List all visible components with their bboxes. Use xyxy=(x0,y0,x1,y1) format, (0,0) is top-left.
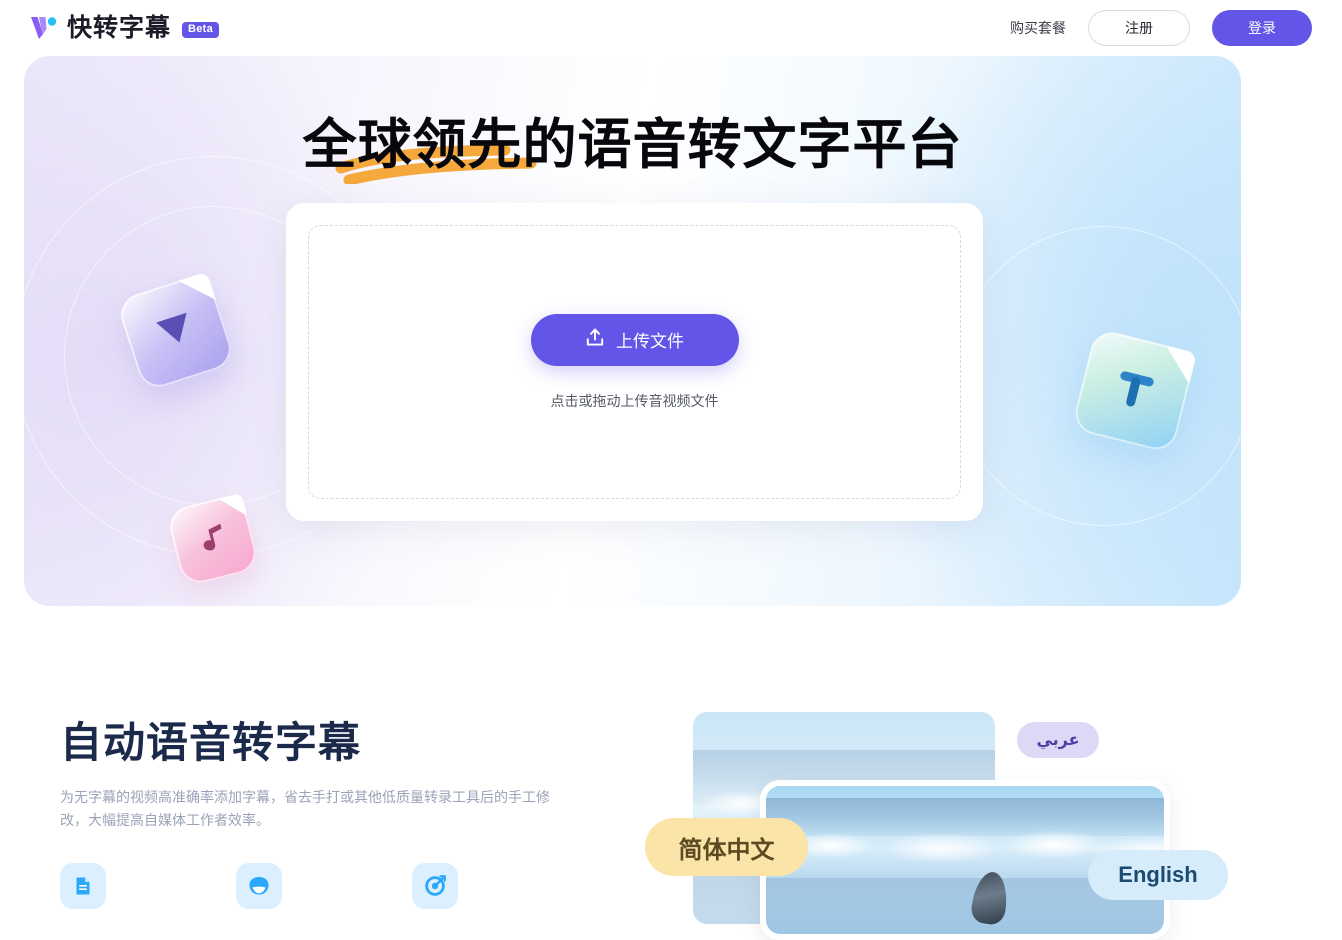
logo-w-mark-icon xyxy=(28,15,58,41)
upload-dropzone[interactable]: 上传文件 点击或拖动上传音视频文件 xyxy=(308,225,961,499)
language-pill-simplified-chinese[interactable]: 简体中文 xyxy=(645,818,808,876)
login-button[interactable]: 登录 xyxy=(1212,10,1312,46)
feature-icon-row xyxy=(60,862,580,909)
header-nav: 购买套餐 注册 登录 xyxy=(1010,10,1312,46)
play-triangle-icon xyxy=(151,307,201,356)
brand-name: 快转字幕 xyxy=(67,13,172,42)
language-pill-english[interactable]: English xyxy=(1088,850,1228,900)
target-accuracy-icon xyxy=(412,862,458,909)
language-collage: 简体中文 عربي English xyxy=(640,690,1342,940)
text-t-icon xyxy=(1106,362,1162,421)
language-pill-arabic[interactable]: عربي xyxy=(1017,722,1099,758)
feature-description: 为无字幕的视频高准确率添加字幕，省去手打或其他低质量转录工具后的手工修改，大幅提… xyxy=(60,789,550,828)
brand-logo[interactable]: 快转字幕 Beta xyxy=(28,13,220,42)
register-button[interactable]: 注册 xyxy=(1088,10,1190,46)
feature-title: 自动语音转字幕 xyxy=(60,719,362,766)
upload-card: 上传文件 点击或拖动上传音视频文件 xyxy=(286,203,983,521)
upload-file-button-label: 上传文件 xyxy=(616,332,684,351)
music-note-icon xyxy=(193,519,233,561)
upload-file-button[interactable]: 上传文件 xyxy=(530,313,739,366)
document-icon xyxy=(60,862,106,909)
beta-badge: Beta xyxy=(182,22,220,38)
app-header: 快转字幕 Beta 购买套餐 注册 登录 xyxy=(0,0,1342,56)
upload-icon xyxy=(585,327,605,353)
upload-hint-text: 点击或拖动上传音视频文件 xyxy=(550,392,719,409)
speech-mouth-icon xyxy=(236,862,282,909)
nav-pricing-link[interactable]: 购买套餐 xyxy=(1010,18,1066,38)
feature-text-column: 自动语音转字幕 为无字幕的视频高准确率添加字幕，省去手打或其他低质量转录工具后的… xyxy=(60,719,580,909)
hero-section: 全球领先的语音转文字平台 上传文件 点击或拖动上传音视频文件 xyxy=(24,56,1241,606)
hero-title: 全球领先的语音转文字平台 xyxy=(302,115,963,175)
